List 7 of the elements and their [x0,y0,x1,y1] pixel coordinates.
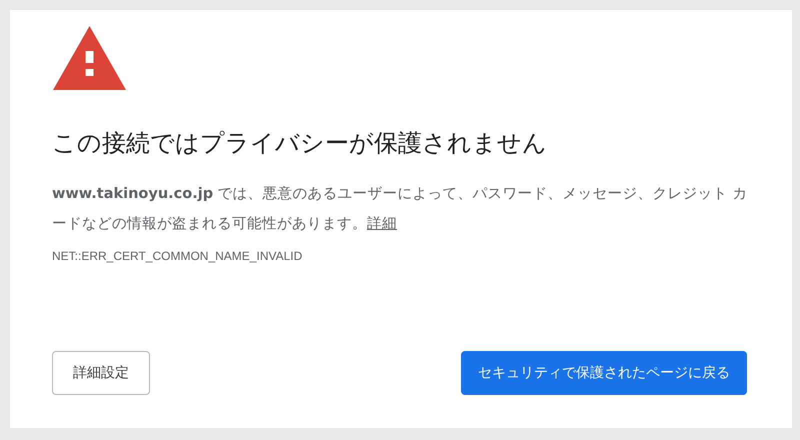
details-link[interactable]: 詳細 [367,216,397,232]
back-to-safety-button[interactable]: セキュリティで保護されたページに戻る [461,351,747,395]
error-code: NET::ERR_CERT_COMMON_NAME_INVALID [52,249,304,263]
advanced-button[interactable]: 詳細設定 [52,351,150,395]
warning-icon [52,25,127,91]
warning-message: www.takinoyu.co.jp では、悪意のあるユーザーによって、パスワード、メッセージ、クレジット カードなどの情報が盗まれる可能性があります。詳細 [52,185,748,234]
page-title: この接続ではプライバシーが保護されません [52,128,548,159]
